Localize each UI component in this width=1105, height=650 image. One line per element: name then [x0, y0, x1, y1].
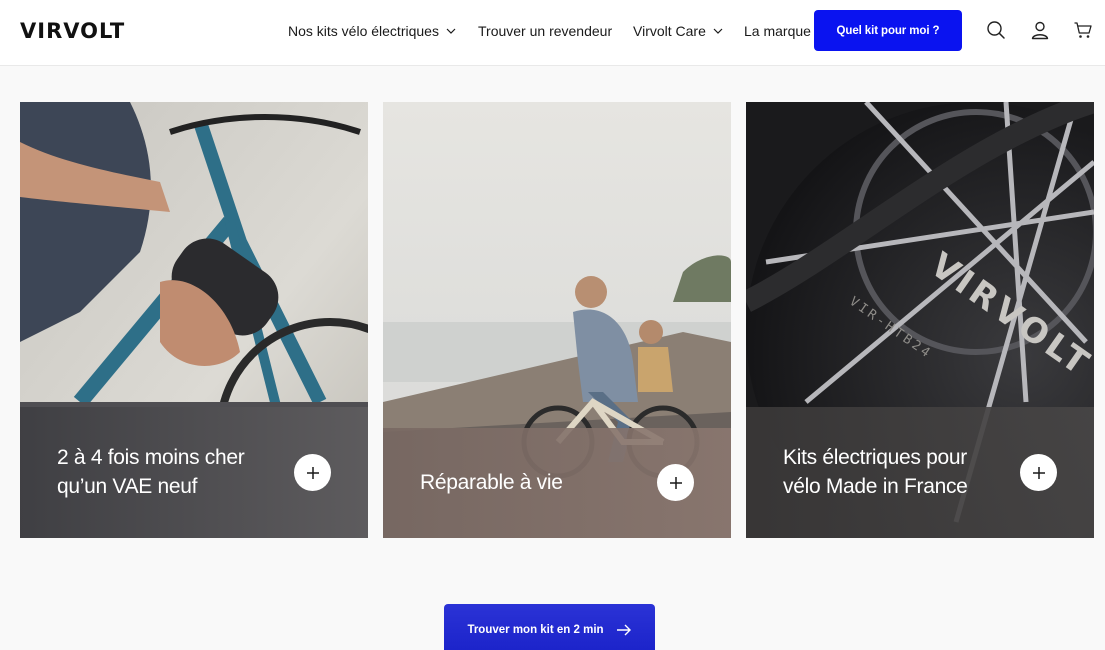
caption-line: qu’un VAE neuf: [57, 475, 198, 498]
nav-item-label: Virvolt Care: [633, 23, 706, 39]
quel-kit-button[interactable]: Quel kit pour moi ?: [814, 10, 962, 51]
caption-line: Réparable à vie: [420, 471, 563, 494]
card-caption: Réparable à vie: [420, 468, 563, 497]
arrow-right-icon: [616, 624, 632, 636]
nav-item-kits[interactable]: Nos kits vélo électriques: [288, 22, 456, 40]
cart-icon[interactable]: [1072, 19, 1094, 41]
nav-item-label: Nos kits vélo électriques: [288, 23, 439, 39]
card-caption: 2 à 4 fois moins cher qu’un VAE neuf: [57, 443, 245, 501]
chevron-down-icon: [713, 28, 723, 34]
feature-card-price[interactable]: 2 à 4 fois moins cher qu’un VAE neuf: [20, 102, 368, 538]
plus-icon[interactable]: [294, 454, 331, 491]
card-caption: Kits électriques pour vélo Made in Franc…: [783, 443, 968, 501]
search-icon[interactable]: [985, 19, 1007, 41]
nav-item-care[interactable]: Virvolt Care: [633, 22, 723, 40]
feature-card-made-in-france[interactable]: VIRVOLT VIR-HTB24 Kits électriques pour …: [746, 102, 1094, 538]
site-header: VIRVOLT Nos kits vélo électriques Trouve…: [0, 0, 1105, 66]
virvolt-logo[interactable]: VIRVOLT: [20, 19, 125, 43]
caption-line: 2 à 4 fois moins cher: [57, 446, 245, 469]
plus-icon[interactable]: [657, 464, 694, 501]
plus-icon[interactable]: [1020, 454, 1057, 491]
account-icon[interactable]: [1029, 19, 1051, 41]
nav-item-marque[interactable]: La marque: [744, 22, 811, 40]
nav-item-label: La marque: [744, 23, 811, 39]
nav-item-label: Trouver un revendeur: [478, 23, 613, 39]
caption-line: Kits électriques pour: [783, 446, 967, 469]
nav-item-revendeur[interactable]: Trouver un revendeur: [478, 22, 612, 40]
caption-line: vélo Made in France: [783, 475, 968, 498]
chevron-down-icon: [446, 28, 456, 34]
feature-card-repair[interactable]: Réparable à vie: [383, 102, 731, 538]
find-kit-label: Trouver mon kit en 2 min: [467, 624, 604, 636]
find-kit-button[interactable]: Trouver mon kit en 2 min: [444, 604, 655, 650]
